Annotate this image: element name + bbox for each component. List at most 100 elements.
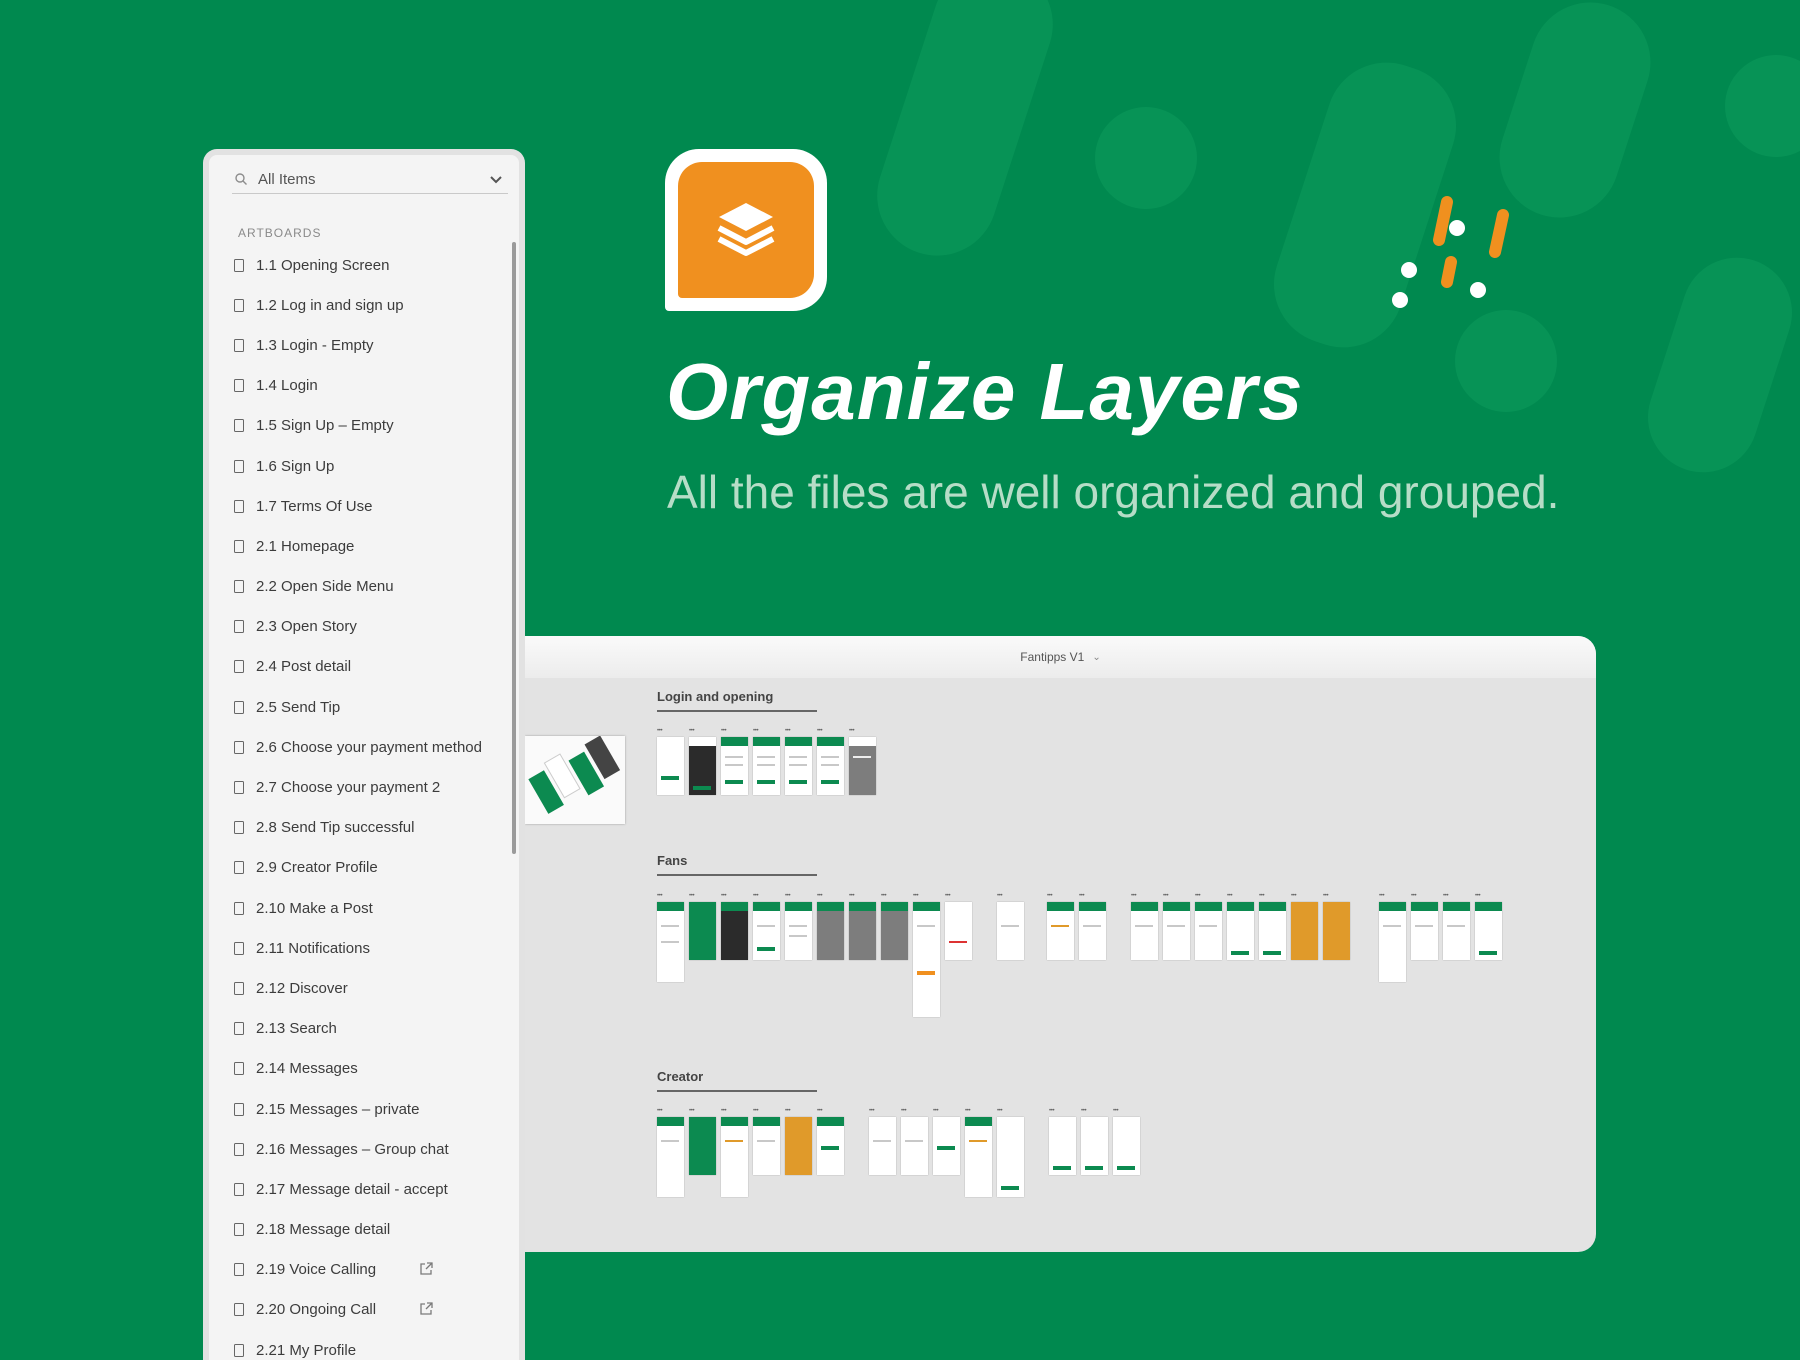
artboard-thumb[interactable] bbox=[721, 728, 748, 795]
artboard-list-item[interactable]: 2.6 Choose your payment method bbox=[232, 727, 502, 767]
artboard-thumb[interactable] bbox=[869, 1108, 896, 1175]
artboard-list-item[interactable]: 1.3 Login - Empty bbox=[232, 325, 502, 365]
artboard-thumb[interactable] bbox=[1131, 893, 1158, 960]
chevron-down-icon[interactable]: ⌄ bbox=[1092, 652, 1100, 663]
artboard-list-item[interactable]: 2.15 Messages – private bbox=[232, 1089, 502, 1129]
artboard-list-item[interactable]: 2.16 Messages – Group chat bbox=[232, 1129, 502, 1169]
artboard-list-item[interactable]: 2.10 Make a Post bbox=[232, 888, 502, 928]
artboard-thumb[interactable] bbox=[721, 893, 748, 960]
artboard-list-item[interactable]: 1.7 Terms Of Use bbox=[232, 486, 502, 526]
artboard-thumb[interactable] bbox=[1049, 1108, 1076, 1175]
artboard-thumb[interactable] bbox=[1291, 893, 1318, 960]
artboard-thumb[interactable] bbox=[1047, 893, 1074, 960]
artboard-thumb[interactable] bbox=[849, 893, 876, 960]
external-link-icon[interactable] bbox=[419, 1261, 434, 1276]
artboard-thumb[interactable] bbox=[849, 728, 876, 795]
artboard-list-item-label: 2.2 Open Side Menu bbox=[256, 578, 394, 596]
artboard-list-item[interactable]: 2.20 Ongoing Call bbox=[232, 1290, 502, 1330]
artboard-thumb[interactable] bbox=[881, 893, 908, 960]
artboard-thumb[interactable] bbox=[689, 1108, 716, 1175]
artboard-thumb[interactable] bbox=[785, 728, 812, 795]
scrollbar[interactable] bbox=[512, 242, 516, 854]
artboard-thumb[interactable] bbox=[689, 893, 716, 960]
artboard-icon bbox=[234, 620, 244, 634]
artboard-list-item[interactable]: 2.19 Voice Calling bbox=[232, 1250, 502, 1290]
artboard-list-item[interactable]: 1.5 Sign Up – Empty bbox=[232, 406, 502, 446]
artboard-list-item-label: 1.1 Opening Screen bbox=[256, 256, 390, 274]
brand-logo-icon bbox=[1392, 196, 1509, 308]
filter-dropdown[interactable]: All Items bbox=[232, 165, 508, 194]
artboard-list-item[interactable]: 1.1 Opening Screen bbox=[232, 245, 502, 285]
artboard-thumb[interactable] bbox=[1259, 893, 1286, 960]
artboard-thumb[interactable] bbox=[965, 1108, 992, 1197]
artboard-thumb[interactable] bbox=[997, 1108, 1024, 1197]
artboard-thumb[interactable] bbox=[817, 893, 844, 960]
canvas-titlebar[interactable]: Fantipps V1 ⌄ bbox=[525, 636, 1596, 678]
artboard-thumb[interactable] bbox=[753, 728, 780, 795]
artboard-list-item[interactable]: 2.5 Send Tip bbox=[232, 687, 502, 727]
artboard-thumb[interactable] bbox=[1227, 893, 1254, 960]
bg-decoration bbox=[1455, 310, 1557, 412]
artboard-thumb[interactable] bbox=[657, 1108, 684, 1197]
artboard-thumb[interactable] bbox=[753, 893, 780, 960]
artboard-preview-thumbnail[interactable] bbox=[525, 735, 625, 824]
artboard-thumb[interactable] bbox=[901, 1108, 928, 1175]
artboard-thumb[interactable] bbox=[1411, 893, 1438, 960]
artboard-list-item[interactable]: 1.4 Login bbox=[232, 366, 502, 406]
artboard-list-item-label: 1.2 Log in and sign up bbox=[256, 296, 404, 314]
artboard-thumb[interactable] bbox=[933, 1108, 960, 1175]
artboard-thumb[interactable] bbox=[1163, 893, 1190, 960]
artboard-thumb[interactable] bbox=[1081, 1108, 1108, 1175]
artboard-list-item[interactable]: 2.14 Messages bbox=[232, 1049, 502, 1089]
artboard-list-item[interactable]: 2.3 Open Story bbox=[232, 607, 502, 647]
artboard-list-item[interactable]: 2.1 Homepage bbox=[232, 526, 502, 566]
artboard-list-item[interactable]: 2.2 Open Side Menu bbox=[232, 567, 502, 607]
artboard-thumb[interactable] bbox=[817, 1108, 844, 1175]
artboard-thumb[interactable] bbox=[913, 893, 940, 1017]
artboard-icon bbox=[234, 700, 244, 714]
artboard-thumb[interactable] bbox=[657, 728, 684, 795]
artboard-list-item[interactable]: 2.4 Post detail bbox=[232, 647, 502, 687]
artboard-thumb[interactable] bbox=[785, 1108, 812, 1175]
artboard-thumb[interactable] bbox=[945, 893, 972, 960]
artboard-list-item[interactable]: 2.11 Notifications bbox=[232, 928, 502, 968]
artboard-list-item[interactable]: 2.18 Message detail bbox=[232, 1210, 502, 1250]
artboard-list-item[interactable]: 2.21 My Profile bbox=[232, 1330, 502, 1360]
artboard-thumb[interactable] bbox=[1475, 893, 1502, 960]
artboard-icon bbox=[234, 459, 244, 473]
artboard-thumb[interactable] bbox=[1323, 893, 1350, 960]
artboard-thumb[interactable] bbox=[1379, 893, 1406, 982]
group-label-fans[interactable]: Fans bbox=[657, 853, 817, 876]
artboard-thumb[interactable] bbox=[1443, 893, 1470, 960]
artboard-list-item-label: 2.9 Creator Profile bbox=[256, 859, 378, 877]
artboard-icon bbox=[234, 298, 244, 312]
artboard-list-item[interactable]: 2.9 Creator Profile bbox=[232, 848, 502, 888]
artboard-list-item[interactable]: 2.13 Search bbox=[232, 1009, 502, 1049]
artboard-icon bbox=[234, 539, 244, 553]
artboard-icon bbox=[234, 1062, 244, 1076]
artboard-thumb[interactable] bbox=[817, 728, 844, 795]
artboard-list-item[interactable]: 2.12 Discover bbox=[232, 968, 502, 1008]
artboard-icon bbox=[234, 740, 244, 754]
artboard-thumb[interactable] bbox=[997, 893, 1024, 960]
artboard-thumb[interactable] bbox=[657, 893, 684, 982]
artboard-icon bbox=[234, 1343, 244, 1357]
artboard-list-item[interactable]: 1.6 Sign Up bbox=[232, 446, 502, 486]
external-link-icon[interactable] bbox=[419, 1301, 434, 1316]
artboard-list-item[interactable]: 2.8 Send Tip successful bbox=[232, 808, 502, 848]
artboard-thumb[interactable] bbox=[689, 728, 716, 795]
artboard-thumb[interactable] bbox=[1113, 1108, 1140, 1175]
artboard-thumb[interactable] bbox=[1195, 893, 1222, 960]
artboard-list-item[interactable]: 1.2 Log in and sign up bbox=[232, 285, 502, 325]
artboard-list-item-label: 2.21 My Profile bbox=[256, 1341, 357, 1359]
artboard-thumb[interactable] bbox=[721, 1108, 748, 1197]
chevron-down-icon[interactable] bbox=[488, 171, 504, 187]
artboard-list-item[interactable]: 2.17 Message detail - accept bbox=[232, 1169, 502, 1209]
artboard-thumb[interactable] bbox=[785, 893, 812, 960]
artboard-list-item[interactable]: 2.7 Choose your payment 2 bbox=[232, 767, 502, 807]
group-label-login[interactable]: Login and opening bbox=[657, 689, 817, 712]
artboard-thumb[interactable] bbox=[1079, 893, 1106, 960]
group-label-creator[interactable]: Creator bbox=[657, 1069, 817, 1092]
artboard-thumb[interactable] bbox=[753, 1108, 780, 1175]
bg-decoration bbox=[861, 0, 1069, 272]
